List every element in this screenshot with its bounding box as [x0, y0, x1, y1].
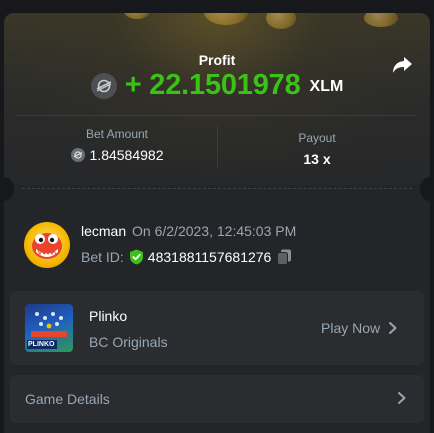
- bet-amount-row: 1.84584982: [17, 147, 217, 163]
- coin-decoration: [204, 13, 248, 25]
- shield-check-icon: [129, 249, 144, 265]
- play-now-label: Play Now: [321, 320, 381, 336]
- profit-header: Profit + 22.1501978 XLM Bet Amount 1.845…: [4, 13, 430, 185]
- divider: [17, 115, 417, 116]
- profit-label: Profit: [198, 52, 236, 68]
- dashed-divider: [22, 188, 412, 189]
- payout-row: 13 x: [217, 151, 417, 167]
- payout-value: 13 x: [303, 151, 331, 167]
- bet-amount-value: 1.84584982: [89, 147, 164, 163]
- avatar[interactable]: [24, 222, 70, 268]
- share-icon[interactable]: [390, 53, 414, 77]
- coin-decoration: [364, 13, 398, 27]
- game-thumb-text: PLINKO: [28, 341, 55, 348]
- coin-decoration: [124, 13, 150, 19]
- stellar-xlm-icon: [90, 72, 117, 99]
- bet-id-row: Bet ID: 4831881157681276: [81, 249, 292, 265]
- game-details-label: Game Details: [25, 391, 110, 407]
- profit-currency: XLM: [309, 78, 344, 95]
- game-provider: BC Originals: [89, 334, 168, 350]
- ticket-notch: [420, 177, 430, 201]
- copy-icon[interactable]: [277, 249, 292, 265]
- profit-value: + 22.1501978: [124, 69, 301, 101]
- bet-detail-card: Profit + 22.1501978 XLM Bet Amount 1.845…: [4, 13, 430, 433]
- payout-label: Payout: [298, 131, 336, 145]
- game-details-button[interactable]: Game Details: [10, 375, 424, 423]
- coin-decoration: [266, 13, 296, 29]
- bet-id-value: 4831881157681276: [147, 249, 272, 265]
- player-info: lecman On 6/2/2023, 12:45:03 PM: [81, 223, 296, 239]
- game-thumbnail[interactable]: PLINKO: [25, 304, 73, 352]
- game-panel[interactable]: PLINKO Plinko BC Originals Play Now: [10, 291, 424, 365]
- profit-row: + 22.1501978 XLM: [4, 69, 430, 102]
- bet-date: On 6/2/2023, 12:45:03 PM: [132, 223, 297, 239]
- bet-amount-stat: Bet Amount 1.84584982: [17, 127, 217, 163]
- payout-stat: Payout 13 x: [217, 131, 417, 167]
- stellar-xlm-icon: [70, 148, 85, 162]
- bet-id-label: Bet ID:: [81, 249, 124, 265]
- chevron-right-icon: [397, 391, 407, 405]
- bet-amount-label: Bet Amount: [85, 127, 149, 141]
- game-name[interactable]: Plinko: [89, 308, 127, 324]
- player-name[interactable]: lecman: [81, 223, 126, 239]
- chevron-right-icon: [388, 321, 398, 335]
- play-now-button[interactable]: Play Now: [321, 320, 398, 336]
